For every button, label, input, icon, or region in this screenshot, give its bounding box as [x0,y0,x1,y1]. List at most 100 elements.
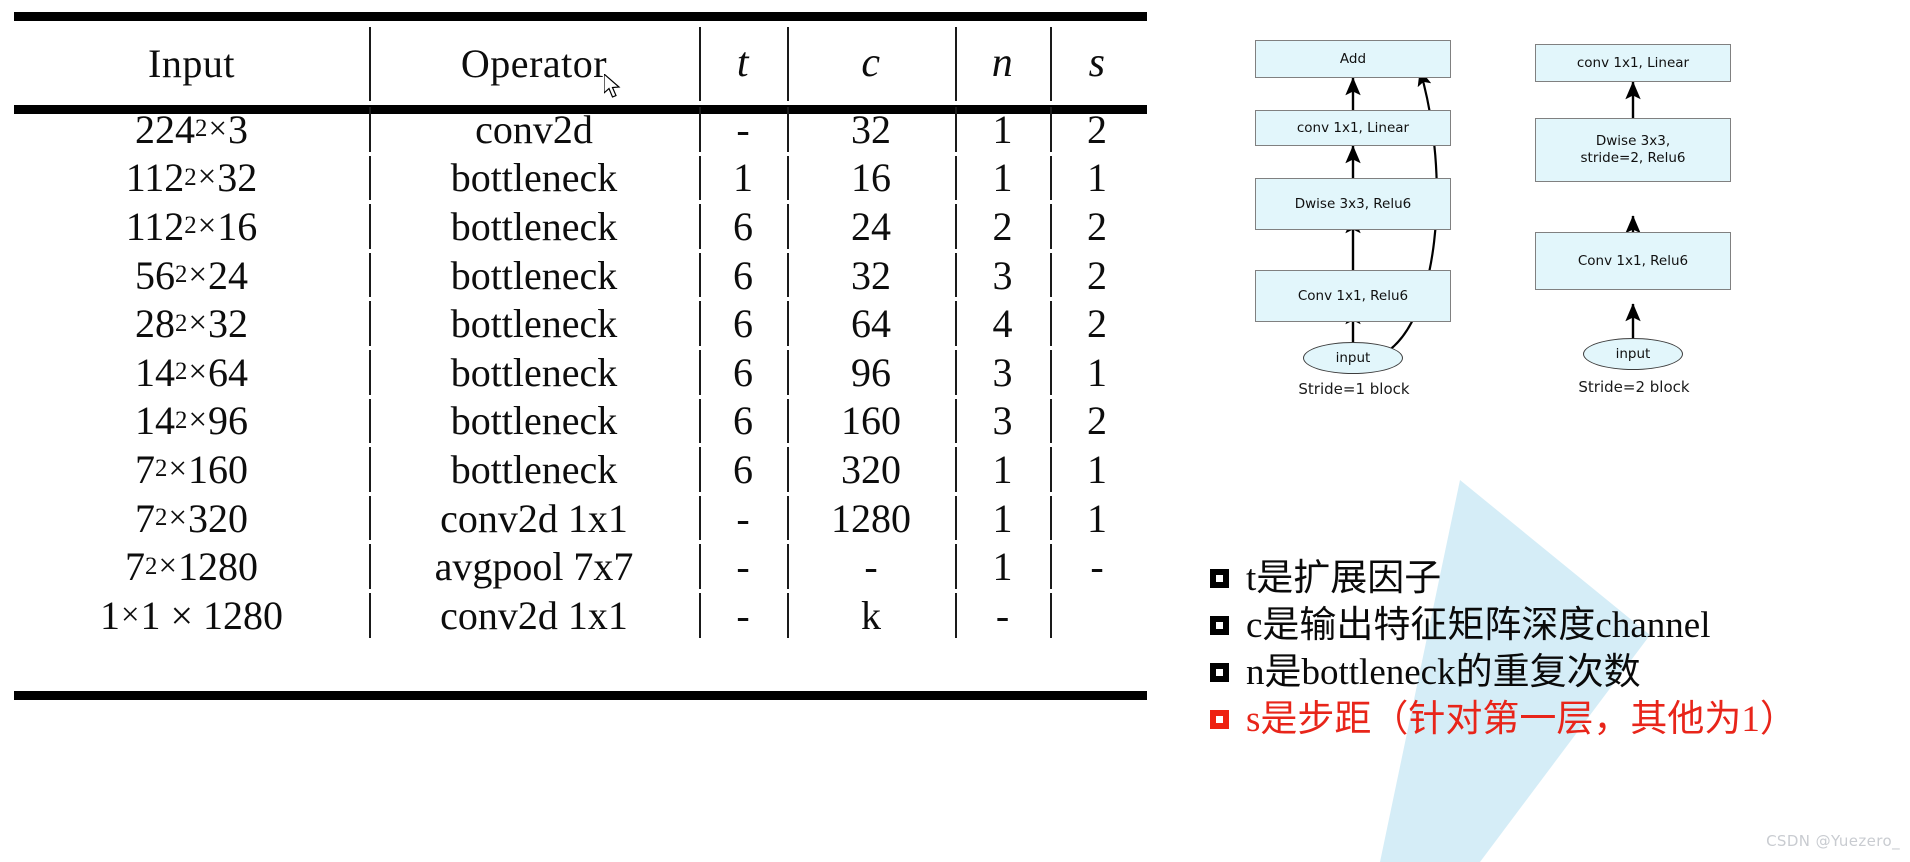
table-row: 56 2 × 24 bottleneck 6 32 3 2 [14,251,1147,300]
cell-t: 1 [699,154,787,203]
times-symbol: × [120,596,140,633]
cell-s: 2 [1050,397,1144,446]
times-symbol: × [188,256,207,293]
cell-c: 24 [787,202,955,251]
bullet-square-icon [1210,710,1229,729]
table-row: 28 2 × 32 bottleneck 6 64 4 2 [14,299,1147,348]
column-header-c: c [787,21,955,105]
input-channels: 1280 [177,544,258,590]
column-header-n: n [955,21,1050,105]
cell-operator: bottleneck [369,397,699,446]
cell-operator: bottleneck [369,299,699,348]
table-row: 14 2 × 64 bottleneck 6 96 3 1 [14,348,1147,397]
table-grid: Input Operator t c n s 224 2 × 3 conv2d - 3… [14,21,1147,691]
cell-operator: avgpool 7x7 [369,542,699,591]
cell-input: 1 × 1 × 1280 [14,591,369,640]
times-symbol: × [158,548,177,585]
list-item: t是扩展因子 [1210,555,1910,602]
stride2-block-diagram: conv 1x1, Linear Dwise 3x3, stride=2, Re… [1535,26,1835,446]
list-item: s是步距（针对第一层，其他为1） [1210,696,1910,743]
input-channels: 32 [217,155,258,201]
cell-t: 6 [699,251,787,300]
input-channels: 1 × 1280 [140,592,284,638]
cell-operator: bottleneck [369,154,699,203]
cell-c: 16 [787,154,955,203]
cell-t: - [699,105,787,154]
table-row: 7 2 × 320 conv2d 1x1 - 1280 1 1 [14,494,1147,543]
stride1-caption: Stride=1 block [1298,380,1410,398]
note-text: n是bottleneck的重复次数 [1246,652,1641,693]
stride2-caption: Stride=2 block [1578,378,1690,396]
node-dwise3x3-stride2-relu6: Dwise 3x3, stride=2, Relu6 [1535,118,1731,182]
times-symbol: × [197,207,217,244]
note-text: s是步距（针对第一层，其他为1） [1246,699,1797,740]
cell-operator: conv2d 1x1 [369,494,699,543]
cell-operator: conv2d [369,105,699,154]
bullet-square-icon [1210,616,1229,635]
input-channels: 32 [207,301,248,347]
node-conv1x1-linear: conv 1x1, Linear [1535,44,1731,82]
input-base: 7 [135,446,156,492]
cell-n: - [955,591,1050,640]
table-row: 14 2 × 96 bottleneck 6 160 3 2 [14,397,1147,446]
input-channels: 64 [207,349,248,395]
table-bottom-rule [14,691,1147,700]
cell-c: 320 [787,445,955,494]
input-channels: 16 [217,203,258,249]
cell-c: - [787,542,955,591]
input-channels: 96 [207,398,248,444]
cell-s: 2 [1050,251,1144,300]
cell-input: 14 2 × 96 [135,398,248,444]
column-header-operator: Operator [369,21,699,105]
cell-input: 7 2 × 1280 [125,544,258,590]
cell-t: - [699,494,787,543]
stride1-block-diagram: Add conv 1x1, Linear Dwise 3x3, Relu6 Co… [1255,26,1555,446]
input-base: 7 [135,495,156,541]
cell-n: 3 [955,348,1050,397]
input-base: 112 [125,155,185,201]
bullet-square-icon [1210,569,1229,588]
times-symbol: × [208,110,227,147]
input-base: 56 [135,252,176,298]
cell-input: 7 2 × 160 [135,446,248,492]
cell-t: - [699,591,787,640]
cell-t: 6 [699,202,787,251]
cell-t: - [699,542,787,591]
cell-operator: bottleneck [369,251,699,300]
cell-s: - [1050,542,1144,591]
input-channels: 320 [187,495,248,541]
cell-n: 3 [955,251,1050,300]
cell-c: 32 [787,105,955,154]
cell-t: 6 [699,397,787,446]
cell-c: k [787,591,955,640]
table-header-row: Input Operator t c n s [14,21,1147,105]
table-row: 112 2 × 32 bottleneck 1 16 1 1 [14,154,1147,203]
times-symbol: × [188,305,207,342]
column-header-input: Input [148,40,235,86]
input-base: 112 [125,203,185,249]
cell-input: 14 2 × 64 [135,349,248,395]
note-text: t是扩展因子 [1246,558,1442,599]
input-channels: 3 [227,106,248,152]
legend-notes-list: t是扩展因子 c是输出特征矩阵深度channel n是bottleneck的重复… [1210,555,1910,743]
cell-n: 1 [955,105,1050,154]
times-symbol: × [168,450,187,487]
column-header-t: t [699,21,787,105]
cell-n: 4 [955,299,1050,348]
cell-n: 1 [955,154,1050,203]
architecture-table: Input Operator t c n s 224 2 × 3 conv2d - 3… [14,12,1147,700]
cell-t: 6 [699,445,787,494]
cell-operator: bottleneck [369,348,699,397]
note-text: c是输出特征矩阵深度channel [1246,605,1711,646]
cell-input: 112 2 × 16 [125,203,258,249]
cell-n: 3 [955,397,1050,446]
input-channels: 160 [187,446,248,492]
cell-n: 1 [955,542,1050,591]
times-symbol: × [168,499,187,536]
node-conv1x1-linear: conv 1x1, Linear [1255,110,1451,146]
times-symbol: × [188,353,207,390]
table-top-rule [14,12,1147,21]
cell-s: 2 [1050,202,1144,251]
cell-n: 1 [955,494,1050,543]
input-channels: 24 [207,252,248,298]
